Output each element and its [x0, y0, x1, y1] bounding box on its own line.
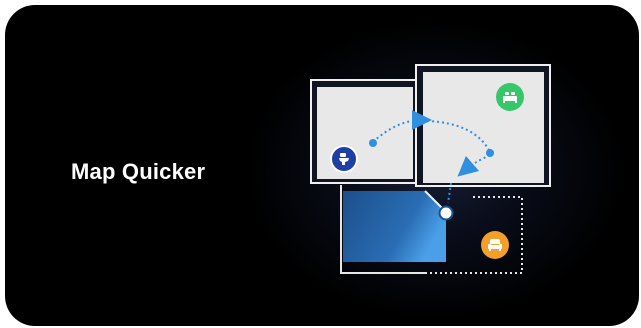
floor-map-illustration	[310, 64, 551, 274]
scanned-area	[343, 191, 446, 262]
bed-pin	[496, 83, 524, 111]
robot-position-marker	[438, 205, 454, 221]
bed-icon	[503, 92, 517, 103]
path-start-dot	[369, 139, 377, 147]
room-bathroom	[310, 79, 420, 184]
toilet-pin	[330, 145, 358, 173]
room-bedroom	[415, 64, 551, 187]
feature-card: Map Quicker	[5, 5, 639, 326]
sofa-icon	[488, 239, 502, 251]
toilet-icon	[339, 153, 349, 165]
sofa-pin	[481, 231, 509, 259]
